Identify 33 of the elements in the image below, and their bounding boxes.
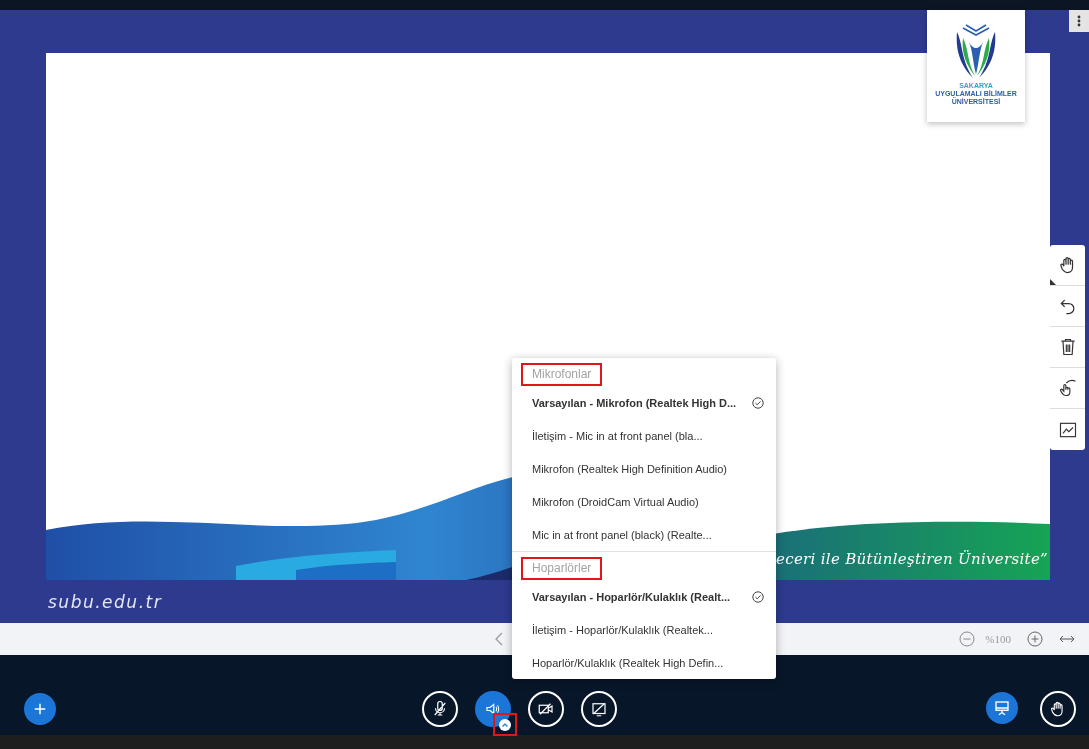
presentation-button[interactable] (986, 692, 1018, 724)
actions-button[interactable] (24, 693, 56, 725)
device-menu-item[interactable]: Hoparlör/Kulaklık (Realtek High Defin... (512, 646, 776, 679)
device-menu-item[interactable]: Mikrofon (DroidCam Virtual Audio) (512, 485, 776, 518)
screen-share-button[interactable] (581, 691, 617, 727)
multi-touch-icon (1057, 378, 1078, 398)
zoom-in-icon[interactable] (1027, 631, 1043, 647)
device-menu-item[interactable]: Varsayılan - Hoparlör/Kulaklık (Realt... (512, 580, 776, 613)
previous-slide-icon[interactable] (494, 632, 504, 646)
check-circle-icon (752, 590, 764, 603)
submenu-indicator-icon (1050, 279, 1056, 285)
options-button[interactable] (1069, 10, 1089, 32)
muted-microphone-icon (431, 700, 449, 718)
section-heading: Hoparlörler (521, 557, 603, 580)
slogan-text: eceri ile Bütünleştiren Üniversite” (776, 550, 1049, 568)
raise-hand-button[interactable] (1040, 691, 1076, 727)
audio-button[interactable] (475, 691, 511, 727)
zoom-level: %100 (985, 633, 1011, 645)
device-menu-item[interactable]: Mikrofon (Realtek High Definition Audio) (512, 452, 776, 485)
device-menu-item[interactable]: İletişim - Hoparlör/Kulaklık (Realtek... (512, 613, 776, 646)
microphone-button[interactable] (422, 691, 458, 727)
section-heading: Mikrofonlar (521, 363, 603, 386)
check-circle-icon (752, 396, 764, 409)
device-menu-item[interactable]: Mic in at front panel (black) (Realte... (512, 518, 776, 551)
camera-button[interactable] (528, 691, 564, 727)
more-options-icon (1077, 15, 1081, 27)
website-url: subu.edu.tr (48, 592, 163, 612)
presentation-icon (993, 699, 1011, 717)
device-menu-item[interactable]: İletişim - Mic in at front panel (bla... (512, 419, 776, 452)
fit-width-icon[interactable] (1059, 635, 1075, 643)
screen-share-off-icon (590, 700, 608, 718)
device-menu-item[interactable]: Varsayılan - Mikrofon (Realtek High D... (512, 386, 776, 419)
caret-up-icon (502, 722, 508, 727)
